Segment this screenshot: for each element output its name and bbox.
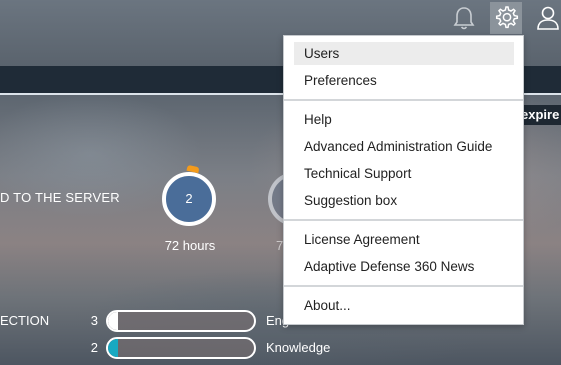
- settings-dropdown-menu: Users Preferences Help Advanced Administ…: [283, 35, 524, 325]
- progress-bar: [106, 337, 256, 359]
- menu-item-suggestion-box[interactable]: Suggestion box: [294, 189, 514, 212]
- hours-circle-label: 72 hours: [164, 238, 216, 253]
- menu-item-admin-guide[interactable]: Advanced Administration Guide: [294, 135, 514, 158]
- settings-button[interactable]: [490, 2, 522, 34]
- progress-bar-fill: [108, 312, 119, 330]
- menu-separator: [284, 219, 523, 221]
- row-count: 3: [90, 313, 98, 328]
- user-icon: [537, 6, 559, 30]
- menu-item-technical-support[interactable]: Technical Support: [294, 162, 514, 185]
- row-count: 2: [90, 340, 98, 355]
- notifications-button[interactable]: [448, 2, 480, 34]
- row-label: ECTION: [0, 313, 50, 328]
- bell-icon: [453, 7, 475, 30]
- user-profile-button[interactable]: [532, 2, 561, 34]
- menu-separator: [284, 99, 523, 101]
- menu-item-about[interactable]: About...: [294, 294, 514, 317]
- bar-label: Knowledge: [266, 340, 331, 355]
- menu-separator: [284, 285, 523, 287]
- gear-icon: [495, 6, 519, 29]
- menu-item-help[interactable]: Help: [294, 108, 514, 131]
- menu-item-preferences[interactable]: Preferences: [294, 69, 514, 92]
- menu-item-news[interactable]: Adaptive Defense 360 News: [294, 255, 514, 278]
- menu-item-license-agreement[interactable]: License Agreement: [294, 228, 514, 251]
- server-status-text: D TO THE SERVER: [0, 190, 120, 205]
- menu-item-users[interactable]: Users: [294, 42, 514, 65]
- hours-circle[interactable]: 2: [162, 172, 216, 226]
- progress-bar: [106, 310, 256, 332]
- progress-bar-fill: [108, 339, 119, 357]
